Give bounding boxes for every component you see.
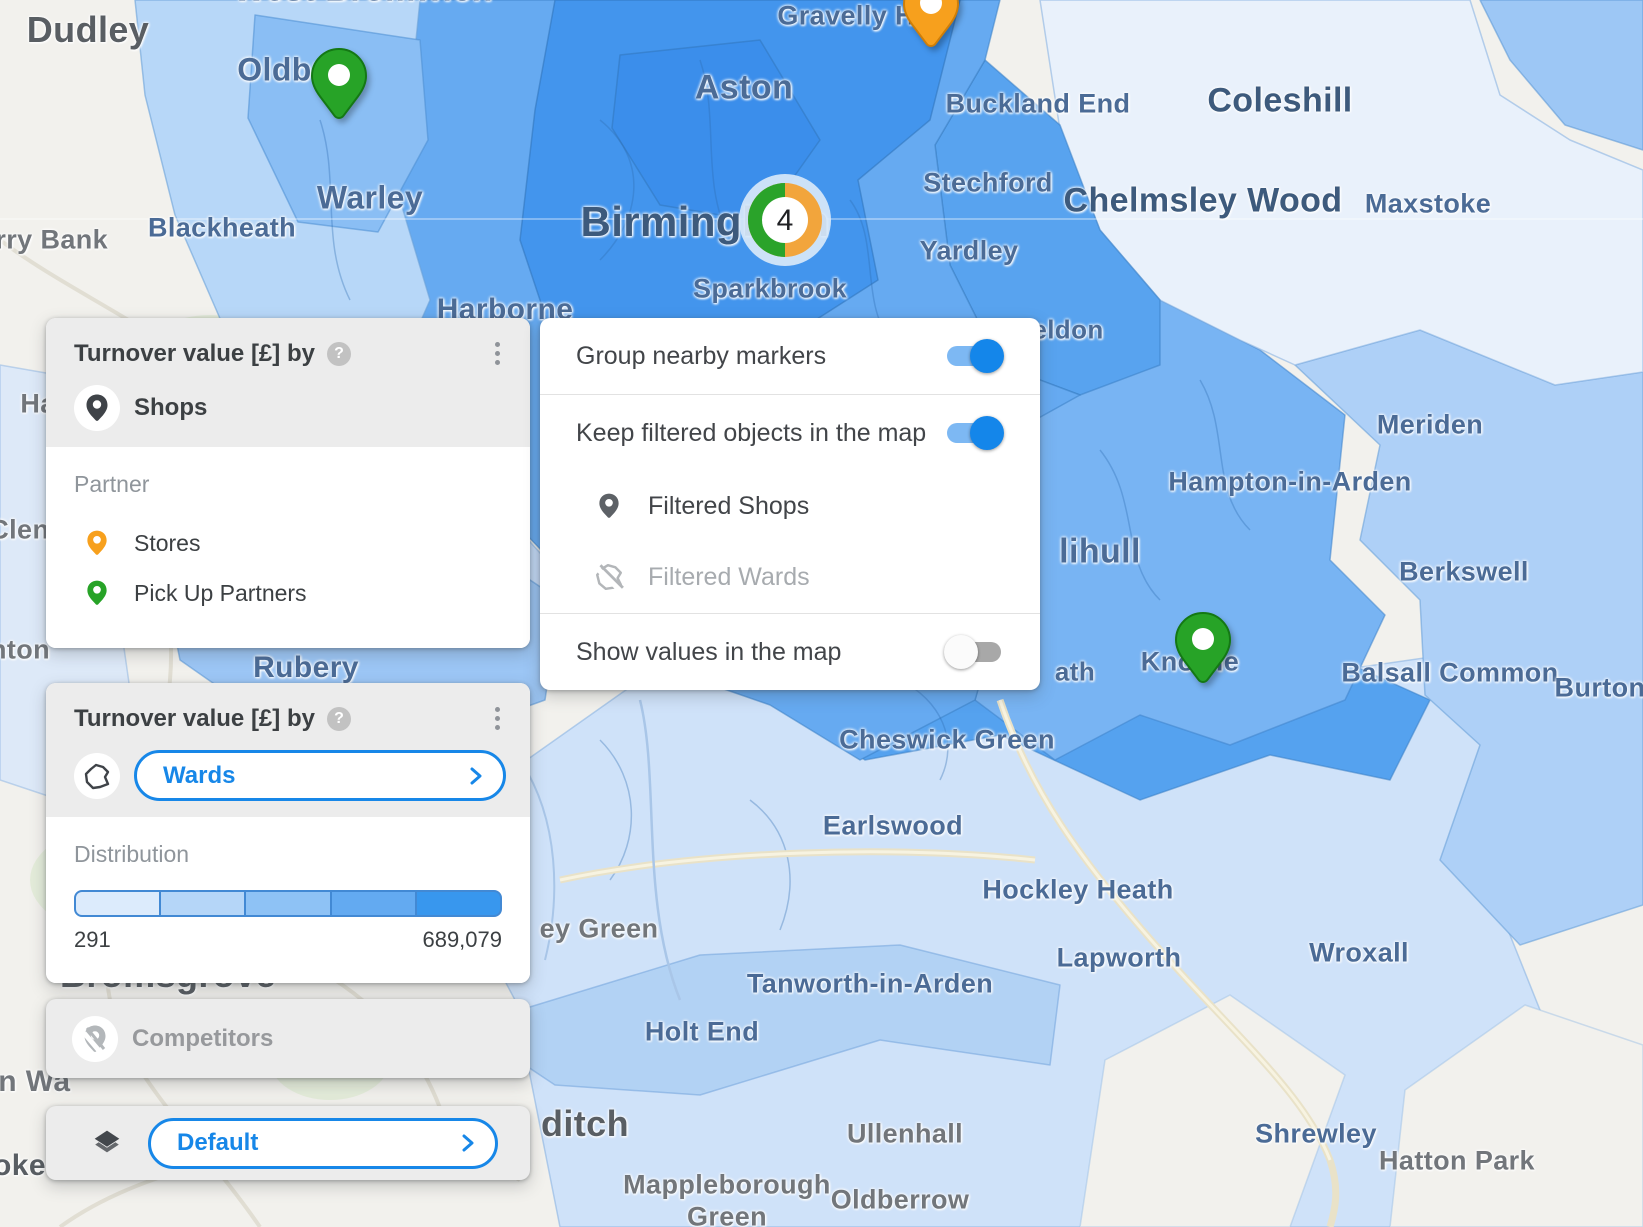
map-options-popup: Group nearby markers Keep filtered objec…: [540, 318, 1040, 690]
pickup-marker[interactable]: [1171, 610, 1235, 697]
panel-menu-button[interactable]: [489, 703, 506, 734]
show-values-toggle[interactable]: [944, 635, 1004, 669]
competitors-pin-off-icon: [72, 1016, 118, 1062]
distribution-segment: [415, 890, 502, 917]
distribution-segment: [244, 890, 331, 917]
distribution-max: 689,079: [422, 927, 502, 953]
ward-off-icon: [594, 562, 624, 592]
legend-label: Pick Up Partners: [134, 580, 307, 607]
competitors-layer-panel[interactable]: Competitors: [46, 999, 530, 1078]
option-row-filtered-wards[interactable]: Filtered Wards: [540, 541, 1040, 613]
competitors-label: Competitors: [132, 1025, 273, 1053]
option-row-show-values: Show values in the map: [540, 614, 1040, 690]
green-pin-icon: [74, 579, 120, 607]
option-row-filtered-shops[interactable]: Filtered Shops: [540, 471, 1040, 541]
option-row-group-markers: Group nearby markers: [540, 318, 1040, 394]
panel-title: Turnover value [£] by: [74, 340, 315, 368]
ward-icon: [74, 753, 120, 799]
wards-selector-label: Wards: [163, 762, 235, 790]
partner-group-label: Partner: [74, 471, 502, 498]
orange-pin-icon: [74, 529, 120, 557]
chevron-right-icon: [459, 1133, 477, 1153]
help-icon[interactable]: ?: [327, 707, 351, 731]
option-label: Show values in the map: [576, 638, 841, 667]
distribution-min: 291: [74, 927, 111, 953]
distribution-segment: [74, 890, 161, 917]
style-selector-label: Default: [177, 1129, 258, 1157]
panel-title: Turnover value [£] by: [74, 705, 315, 733]
store-marker[interactable]: [899, 0, 963, 61]
wards-selector-button[interactable]: Wards: [134, 750, 506, 801]
shops-layer-panel: Turnover value [£] by ? Shops Partner: [46, 318, 530, 648]
keep-filtered-toggle[interactable]: [944, 416, 1004, 450]
option-label: Group nearby markers: [576, 342, 826, 371]
distribution-segment: [330, 890, 417, 917]
legend-label: Stores: [134, 530, 200, 557]
group-markers-toggle[interactable]: [944, 339, 1004, 373]
wards-layer-panel: Turnover value [£] by ? Wards: [46, 683, 530, 983]
option-label: Filtered Shops: [648, 492, 809, 521]
option-label: Keep filtered objects in the map: [576, 419, 926, 448]
legend-item-pickup-partners[interactable]: Pick Up Partners: [74, 568, 502, 618]
chevron-right-icon: [467, 766, 485, 786]
layers-icon: [92, 1128, 122, 1158]
option-label: Filtered Wards: [648, 563, 810, 592]
pin-icon: [594, 492, 624, 520]
legend-item-stores[interactable]: Stores: [74, 518, 502, 568]
map-application: West BromwichDudleyGravelly HillOldburyA…: [0, 0, 1643, 1227]
cluster-count: 4: [777, 204, 794, 237]
distribution-segment: [159, 890, 246, 917]
pickup-marker[interactable]: [307, 46, 371, 133]
shops-entity-row[interactable]: Shops: [74, 385, 506, 431]
panel-menu-button[interactable]: [489, 338, 506, 369]
help-icon[interactable]: ?: [327, 342, 351, 366]
shops-pin-icon: [74, 385, 120, 431]
distribution-label: Distribution: [74, 841, 502, 868]
distribution-bar: [74, 890, 502, 917]
style-selector-button[interactable]: Default: [148, 1118, 498, 1169]
option-row-keep-filtered: Keep filtered objects in the map: [540, 395, 1040, 471]
cluster-marker[interactable]: 4: [733, 168, 837, 272]
entity-label: Shops: [134, 394, 207, 422]
style-switcher-panel: Default: [46, 1106, 530, 1180]
